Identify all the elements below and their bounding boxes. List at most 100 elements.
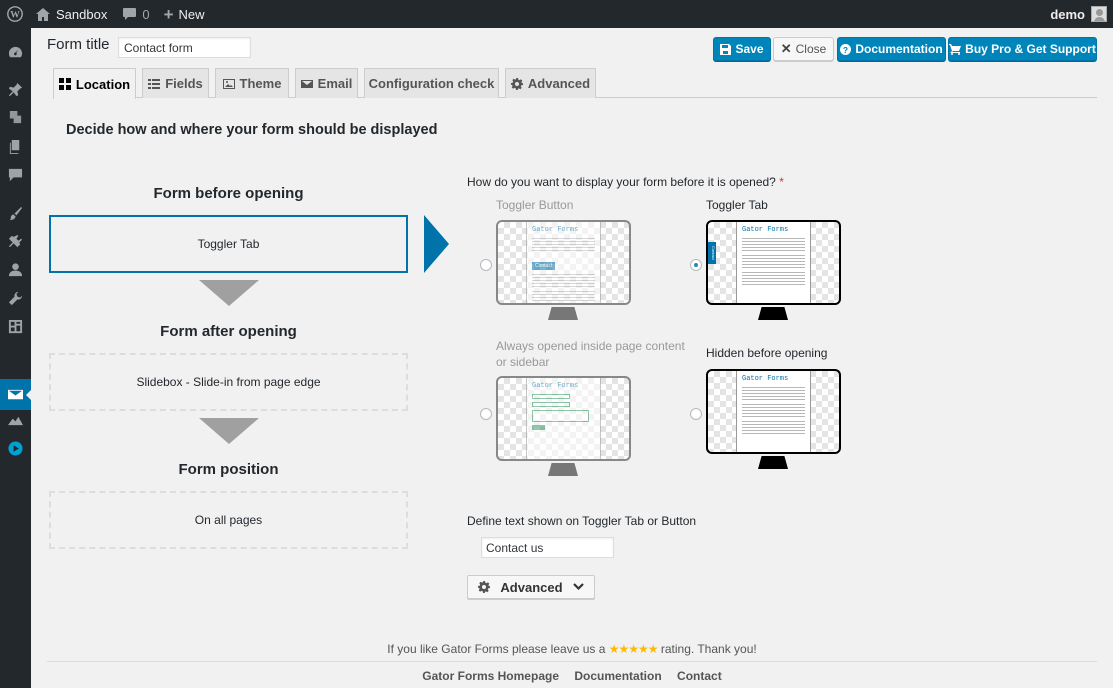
footer-links: Gator Forms Homepage Documentation Conta… [31, 669, 1113, 683]
svg-text:W: W [10, 10, 20, 21]
option-toggler-button-radio[interactable] [480, 259, 492, 271]
buy-pro-button[interactable]: Buy Pro & Get Support [948, 37, 1097, 61]
step-title-before-opening: Form before opening [153, 185, 304, 202]
tab-fields[interactable]: Fields [142, 68, 209, 98]
footer-link-homepage[interactable]: Gator Forms Homepage [422, 669, 559, 683]
gear-icon [478, 581, 491, 593]
required-mark: * [779, 175, 784, 189]
rating-request: If you like Gator Forms please leave us … [31, 642, 1113, 656]
step-value-after-opening: Slidebox - Slide-in from page edge [136, 375, 321, 389]
close-button[interactable]: ✕ Close [773, 37, 834, 61]
plugin-landscape-icon[interactable] [7, 411, 24, 428]
toggler-tab-preview[interactable]: Contact Gator Forms [706, 220, 841, 320]
dashboard-icon[interactable] [7, 44, 24, 61]
plus-icon: + [163, 4, 174, 24]
admin-bar: W Sandbox 0 + New demo [0, 0, 1113, 28]
preview-content: Gator Forms [736, 371, 811, 452]
new-label: New [178, 6, 205, 22]
close-label: Close [795, 42, 827, 56]
tab-bar: Location Fields Theme Email Configuratio… [53, 68, 1097, 99]
plugins-icon[interactable] [7, 233, 24, 250]
preview-textarea [532, 410, 589, 422]
option-toggler-tab-radio[interactable] [690, 259, 702, 271]
tab-configuration-check[interactable]: Configuration check [364, 68, 499, 98]
preview-content: Gator Forms Contact [526, 222, 601, 303]
toggler-button-preview[interactable]: Gator Forms Contact [496, 220, 631, 320]
text-lines [742, 387, 805, 400]
advanced-toggle-button[interactable]: Advanced [467, 575, 595, 599]
preview-brand: Gator Forms [742, 226, 789, 234]
step-value-form-position: On all pages [194, 513, 263, 527]
step-title-after-opening: Form after opening [160, 323, 297, 340]
new-content-link[interactable]: + New [156, 0, 211, 28]
tab-theme-label: Theme [239, 76, 282, 91]
preview-content: Gator Forms [736, 222, 811, 303]
text-lines [742, 404, 805, 417]
text-lines [742, 238, 805, 251]
media-icon[interactable] [7, 109, 24, 126]
pages-icon[interactable] [7, 138, 24, 155]
form-title-label: Form title [47, 36, 110, 53]
footer-link-contact[interactable]: Contact [677, 669, 722, 683]
users-icon[interactable] [7, 261, 24, 278]
monitor-stand [548, 307, 578, 320]
monitor-screen: Contact Gator Forms [706, 220, 841, 305]
appearance-brush-icon[interactable] [7, 205, 24, 222]
settings-icon[interactable] [7, 318, 24, 335]
shopping-cart-icon [949, 43, 962, 55]
preview-contact-button: Contact [532, 262, 556, 270]
step-box-after-opening[interactable]: Slidebox - Slide-in from page edge [49, 353, 408, 411]
site-name-link[interactable]: Sandbox [30, 0, 113, 28]
comment-bubble-icon [123, 8, 137, 20]
tab-theme[interactable]: Theme [215, 68, 289, 98]
step-box-form-position[interactable]: On all pages [49, 491, 408, 549]
inline-preview[interactable]: Gator Forms [496, 376, 631, 476]
preview-field [532, 402, 570, 407]
option-inline-label: Always opened inside page content or sid… [496, 339, 685, 369]
tab-advanced[interactable]: Advanced [505, 68, 596, 98]
text-lines [532, 291, 595, 303]
tools-wrench-icon[interactable] [7, 290, 24, 307]
comments-icon[interactable] [7, 166, 24, 183]
monitor-stand [758, 307, 788, 320]
video-play-icon[interactable] [7, 440, 24, 457]
comments-link[interactable]: 0 [113, 0, 155, 28]
hidden-preview[interactable]: Gator Forms [706, 369, 841, 469]
text-lines [742, 255, 805, 268]
close-icon: ✕ [780, 41, 792, 56]
text-lines [742, 421, 805, 434]
envelope-icon [300, 79, 313, 88]
toggler-text-input[interactable] [481, 537, 614, 558]
rating-stars-link[interactable]: ★★★★★ [609, 642, 659, 656]
down-arrow-icon [199, 280, 259, 306]
buy-pro-label: Buy Pro & Get Support [965, 42, 1096, 56]
preview-field [532, 394, 570, 399]
user-account-menu[interactable]: demo [1050, 0, 1107, 28]
save-label: Save [735, 42, 764, 56]
preview-brand: Gator Forms [532, 226, 579, 234]
tab-configuration-check-label: Configuration check [368, 76, 495, 91]
form-title-input[interactable] [118, 37, 251, 58]
right-arrow-icon [424, 215, 449, 273]
comments-count: 0 [142, 6, 150, 22]
footer-divider [47, 661, 1097, 662]
tab-location[interactable]: Location [53, 68, 136, 99]
option-toggler-button-label: Toggler Button [496, 198, 574, 212]
preview-brand: Gator Forms [532, 382, 579, 390]
option-inline-radio[interactable] [480, 408, 492, 420]
tab-email-label: Email [317, 76, 353, 91]
footer-link-documentation[interactable]: Documentation [574, 669, 661, 683]
tab-email[interactable]: Email [295, 68, 358, 98]
grid-icon [58, 78, 71, 90]
posts-pin-icon[interactable] [7, 81, 24, 98]
option-hidden-radio[interactable] [690, 408, 702, 420]
floppy-disk-icon [720, 43, 732, 55]
home-icon [36, 7, 50, 21]
save-button[interactable]: Save [713, 37, 771, 61]
step-box-before-opening[interactable]: Toggler Tab [49, 215, 408, 273]
text-lines [742, 272, 805, 285]
option-toggler-tab-label: Toggler Tab [706, 198, 768, 212]
wordpress-logo-icon[interactable]: W [0, 0, 30, 28]
documentation-button[interactable]: ? Documentation [837, 37, 946, 61]
preview-submit [532, 425, 545, 430]
